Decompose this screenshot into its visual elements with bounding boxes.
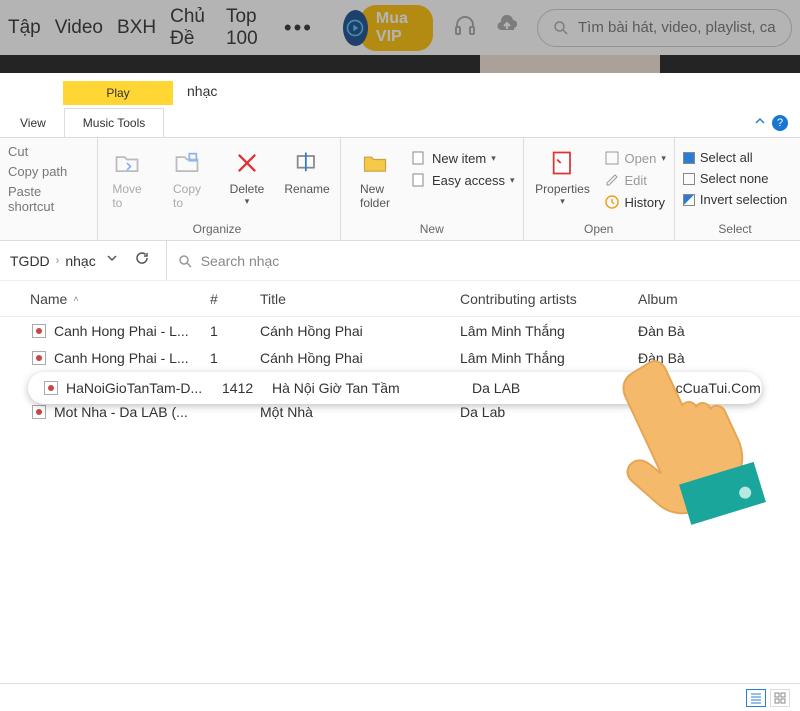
- header-artist[interactable]: Contributing artists: [460, 291, 638, 307]
- column-headers[interactable]: Name˄ # Title Contributing artists Album: [0, 281, 800, 317]
- new-group-label: New: [349, 222, 515, 238]
- nav-chude[interactable]: Chủ Đề: [170, 6, 212, 50]
- select-none-button[interactable]: Select none: [683, 169, 787, 188]
- help-icon[interactable]: ?: [772, 115, 788, 131]
- chevron-down-icon[interactable]: [104, 250, 120, 271]
- background-strip: [0, 55, 800, 73]
- view-details-icon[interactable]: [746, 689, 766, 707]
- music-file-icon: [42, 381, 60, 395]
- collapse-ribbon-icon[interactable]: [754, 114, 766, 132]
- nav-top100[interactable]: Top 100: [226, 6, 270, 50]
- cut-button[interactable]: Cut: [8, 144, 89, 159]
- tab-view[interactable]: View: [0, 108, 64, 137]
- folder-search-placeholder: Search nhạc: [201, 253, 280, 269]
- pointer-hand-icon: [610, 330, 780, 530]
- search-icon: [177, 253, 193, 269]
- edit-button[interactable]: Edit: [604, 170, 666, 190]
- select-all-button[interactable]: Select all: [683, 148, 787, 167]
- chevron-right-icon: ›: [56, 255, 60, 267]
- invert-selection-button[interactable]: Invert selection: [683, 190, 787, 209]
- breadcrumb[interactable]: TGDD › nhạc: [10, 253, 96, 269]
- easy-access-button[interactable]: Easy access ▾: [411, 170, 515, 190]
- global-search-input[interactable]: [578, 19, 777, 36]
- header-album[interactable]: Album: [638, 291, 800, 307]
- breadcrumb-root[interactable]: TGDD: [10, 253, 50, 269]
- copy-to-button[interactable]: Copy to: [162, 144, 212, 210]
- delete-button[interactable]: Delete▾: [222, 144, 272, 207]
- vip-label: Mua VIP: [360, 5, 433, 51]
- history-button[interactable]: History: [604, 192, 666, 212]
- copy-path-button[interactable]: Copy path: [8, 164, 89, 179]
- rename-button[interactable]: Rename: [282, 144, 332, 196]
- titlebar: Play nhạc: [0, 73, 800, 108]
- search-icon: [552, 19, 570, 37]
- open-button[interactable]: Open ▾: [604, 148, 666, 168]
- global-search[interactable]: [537, 9, 792, 47]
- header-title[interactable]: Title: [260, 291, 460, 307]
- status-bar: [0, 683, 800, 711]
- nav-video[interactable]: Video: [55, 17, 103, 39]
- sort-up-icon: ˄: [73, 294, 78, 304]
- more-icon[interactable]: •••: [284, 15, 313, 41]
- header-num[interactable]: #: [210, 291, 260, 307]
- window-title: nhạc: [187, 83, 217, 99]
- cloud-upload-icon[interactable]: [495, 13, 519, 42]
- header-name: Name˄: [30, 291, 210, 307]
- new-item-button[interactable]: New item ▾: [411, 148, 515, 168]
- nav-bxh[interactable]: BXH: [117, 17, 156, 39]
- refresh-icon[interactable]: [134, 250, 150, 271]
- app-top-nav: Tập Video BXH Chủ Đề Top 100 ••• Mua VIP: [0, 0, 800, 55]
- open-group-label: Open: [532, 222, 666, 238]
- tab-music-tools[interactable]: Music Tools: [64, 108, 164, 137]
- nav-tap[interactable]: Tập: [8, 17, 41, 39]
- headphones-icon[interactable]: [453, 13, 477, 42]
- folder-search[interactable]: Search nhạc: [166, 241, 790, 280]
- vip-badge[interactable]: Mua VIP: [343, 5, 433, 51]
- music-file-icon: [30, 405, 48, 419]
- address-bar-row: TGDD › nhạc Search nhạc: [0, 241, 800, 281]
- view-icons-icon[interactable]: [770, 689, 790, 707]
- properties-button[interactable]: Properties▾: [532, 144, 594, 207]
- vip-circle-icon: [343, 10, 368, 46]
- move-to-button[interactable]: Move to: [102, 144, 152, 210]
- organize-group-label: Organize: [102, 222, 332, 238]
- play-context-tab[interactable]: Play: [63, 81, 173, 105]
- select-group-label: Select: [683, 222, 787, 238]
- breadcrumb-folder[interactable]: nhạc: [65, 253, 95, 269]
- music-file-icon: [30, 351, 48, 365]
- paste-shortcut-button[interactable]: Paste shortcut: [8, 184, 89, 214]
- ribbon: Cut Copy path Paste shortcut Move to Cop…: [0, 138, 800, 241]
- music-file-icon: [30, 324, 48, 338]
- new-folder-button[interactable]: New folder: [349, 144, 401, 210]
- ribbon-tabs: View Music Tools ?: [0, 108, 800, 138]
